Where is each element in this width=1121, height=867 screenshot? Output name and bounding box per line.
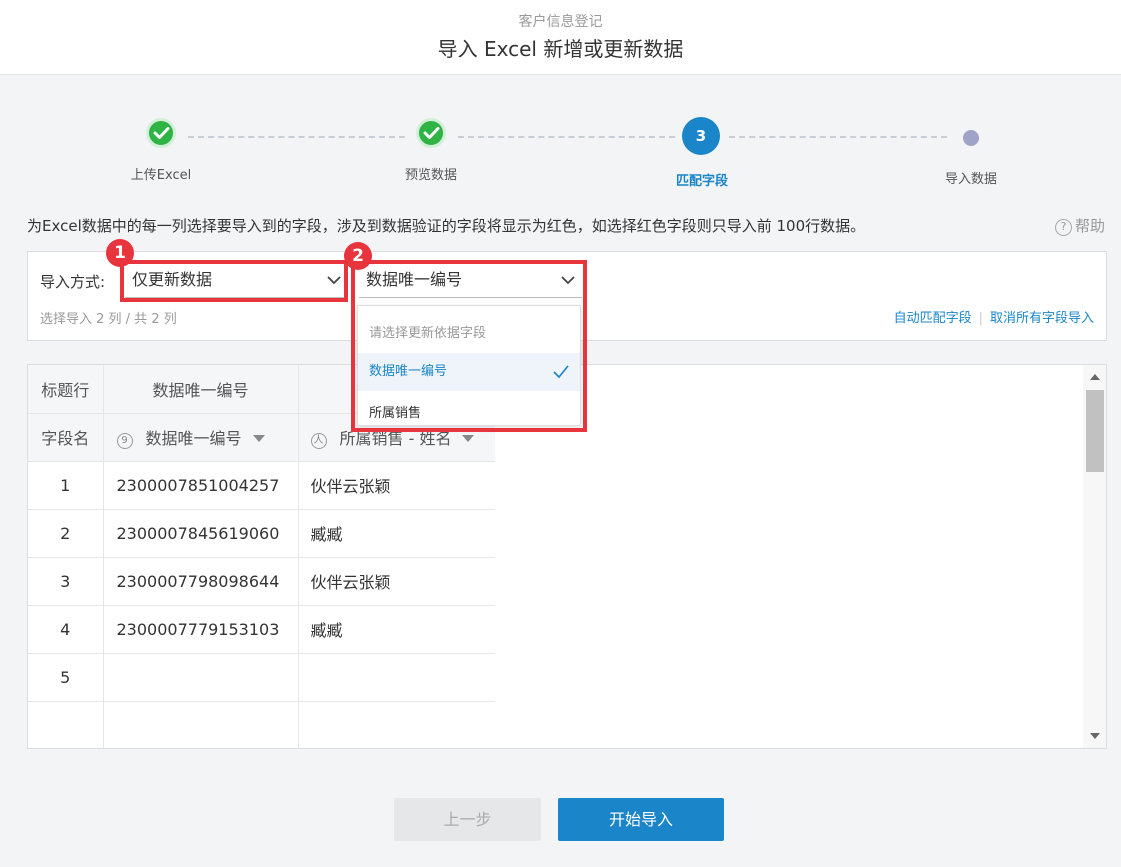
- table-row: 4 2300007779153103 臧臧: [28, 605, 495, 654]
- vertical-scrollbar[interactable]: [1083, 365, 1106, 748]
- field-name: 数据唯一编号: [145, 429, 242, 448]
- step-current-number: 3: [682, 117, 720, 155]
- annotation-badge-2: 2: [344, 242, 372, 270]
- table-row: 2 2300007845619060 臧臧: [28, 509, 495, 558]
- import-mode-label: 导入方式:: [40, 273, 106, 291]
- step-connector: [188, 136, 405, 138]
- table-cell: 2300007779153103: [103, 605, 299, 654]
- step-connector: [458, 136, 675, 138]
- row-number: 1: [28, 461, 104, 510]
- link-separator: |: [978, 311, 983, 326]
- step-label-preview: 预览数据: [404, 168, 457, 183]
- table-row: 5: [28, 653, 495, 702]
- field-select-1[interactable]: 9 数据唯一编号: [103, 413, 299, 462]
- auto-match-link[interactable]: 自动匹配字段: [894, 311, 972, 326]
- annotation-badge-1: 1: [106, 239, 134, 267]
- previous-step-button[interactable]: 上一步: [394, 798, 541, 841]
- column-summary: 选择导入 2 列 / 共 2 列: [40, 312, 177, 327]
- table-cell: [298, 701, 495, 748]
- table-cell: 2300007798098644: [103, 557, 299, 606]
- table-row: 1 2300007851004257 伙伴云张颖: [28, 461, 495, 510]
- scroll-up-arrow-icon[interactable]: [1090, 374, 1100, 380]
- step-pending-dot: [963, 130, 979, 146]
- row-number: 5: [28, 653, 104, 702]
- progress-steps: 3 上传Excel 预览数据 匹配字段 导入数据: [0, 112, 1121, 192]
- caret-down-icon: [252, 435, 265, 442]
- cancel-all-link[interactable]: 取消所有字段导入: [990, 311, 1094, 326]
- table-cell: 臧臧: [298, 509, 495, 558]
- step-done-check-icon: [416, 118, 446, 148]
- scroll-thumb[interactable]: [1086, 390, 1104, 472]
- step-label-match: 匹配字段: [675, 174, 728, 189]
- table-cell: [103, 701, 299, 748]
- step-connector: [729, 136, 947, 138]
- help-label: 帮助: [1074, 217, 1105, 235]
- caret-down-icon: [462, 435, 475, 442]
- step-label-import: 导入数据: [944, 172, 997, 187]
- table-cell: [298, 653, 495, 702]
- number-field-icon: 9: [116, 433, 133, 449]
- table-cell: 伙伴云张颖: [298, 461, 495, 510]
- field-actions: 自动匹配字段 | 取消所有字段导入: [894, 307, 1094, 326]
- help-icon: ?: [1054, 219, 1072, 236]
- table-cell: 2300007845619060: [103, 509, 299, 558]
- row-number: [28, 701, 104, 748]
- app-subtitle: 客户信息登记: [518, 14, 603, 30]
- start-import-button[interactable]: 开始导入: [558, 798, 724, 841]
- instruction-text: 为Excel数据中的每一列选择要导入到的字段，涉及到数据验证的字段将显示为红色，…: [27, 217, 866, 235]
- row-number: 4: [28, 605, 104, 654]
- annotation-box-1: [120, 260, 348, 302]
- user-field-icon: 人: [310, 433, 327, 449]
- title-row-label: 标题行: [28, 365, 104, 414]
- step-label-upload: 上传Excel: [130, 168, 192, 183]
- table-cell: 伙伴云张颖: [298, 557, 495, 606]
- table-cell: [103, 653, 299, 702]
- table-cell: 臧臧: [298, 605, 495, 654]
- table-row: [28, 701, 495, 748]
- help-link[interactable]: ? 帮助: [1054, 215, 1105, 236]
- page-title: 导入 Excel 新增或更新数据: [437, 37, 684, 61]
- annotation-box-2: [351, 260, 587, 432]
- title-cell: 数据唯一编号: [103, 365, 299, 414]
- page-header: 客户信息登记 导入 Excel 新增或更新数据: [0, 0, 1121, 75]
- scroll-down-arrow-icon[interactable]: [1090, 733, 1100, 739]
- table-row: 3 2300007798098644 伙伴云张颖: [28, 557, 495, 606]
- table-cell: 2300007851004257: [103, 461, 299, 510]
- field-row-label: 字段名: [28, 413, 104, 462]
- step-done-check-icon: [146, 118, 176, 148]
- row-number: 3: [28, 557, 104, 606]
- row-number: 2: [28, 509, 104, 558]
